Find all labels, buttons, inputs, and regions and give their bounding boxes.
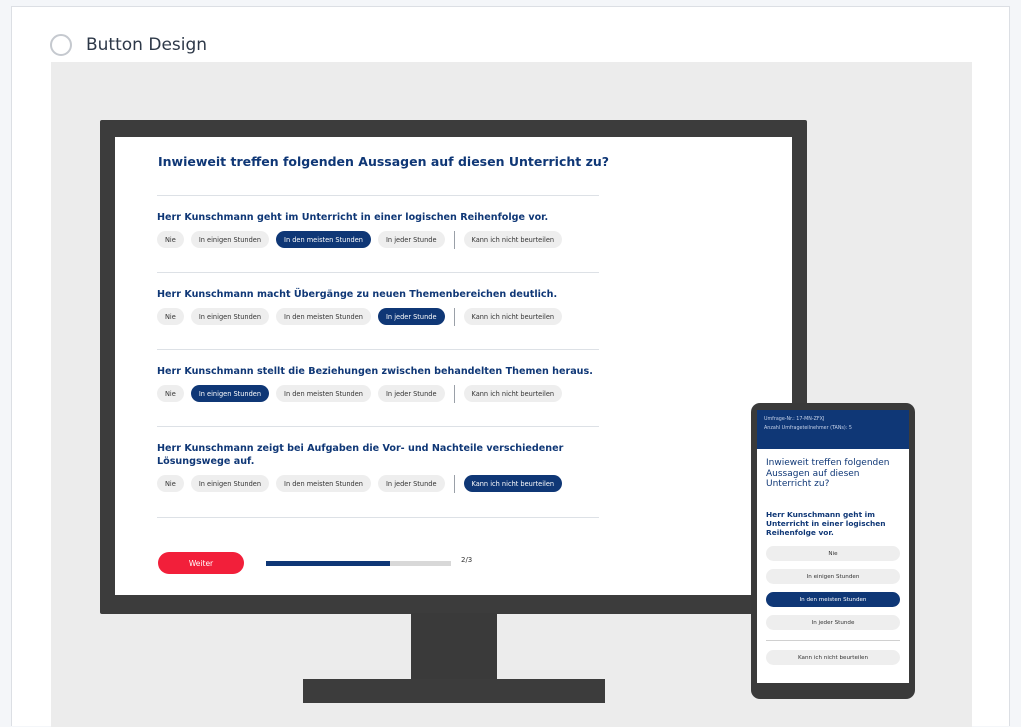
answer-options: Nie In einigen Stunden In den meisten Stun… [157,474,602,493]
answer-option-button[interactable]: Nie [157,308,184,325]
answer-option-button[interactable]: In den meisten Stunden [276,475,371,492]
answer-option-button[interactable]: Nie [157,231,184,248]
answer-option-button[interactable]: In jeder Stunde [377,308,445,325]
answer-option-button[interactable]: Kann ich nicht beurteilen [463,385,563,402]
question-divider [157,426,599,427]
answer-options: Nie In einigen Stunden In den meisten Stun… [157,384,602,403]
phone-answer-option[interactable]: In jeder Stunde [766,615,900,630]
question-text: Herr Kunschmann zeigt bei Aufgaben die V… [157,443,564,467]
answer-option-button[interactable]: In einigen Stunden [190,308,270,325]
progress-bar [266,561,451,566]
answer-option-button[interactable]: In den meisten Stunden [276,308,371,325]
answer-option-button[interactable]: Kann ich nicht beurteilen [463,475,563,492]
monitor-stand-base [303,679,605,703]
option-card: Button Design Inwieweit treffen folgende… [11,6,1010,727]
phone-header-survey-number: Umfrage-Nr.: 17-MN-ZFXJ [764,417,825,422]
phone-answer-option[interactable]: Kann ich nicht beurteilen [766,650,900,665]
phone-title: Inwieweit treffen folgenden Aussagen auf… [766,458,890,489]
question-item: Herr Kunschmann macht Übergänge zu neuen… [157,288,602,326]
phone-answer-option[interactable]: In einigen Stunden [766,569,900,584]
button-design-option[interactable]: Button Design [50,31,207,59]
question-text: Herr Kunschmann stellt die Beziehungen z… [157,366,593,377]
phone-header-participants: Anzahl Umfrageteilnehmer (TANs): 5 [764,426,852,431]
survey-title: Inwieweit treffen folgenden Aussagen auf… [158,154,610,169]
weiter-button[interactable]: Weiter [158,552,244,574]
question-item: Herr Kunschmann stellt die Beziehungen z… [157,365,602,403]
option-label: Button Design [86,35,208,55]
design-preview: Inwieweit treffen folgenden Aussagen auf… [51,62,972,727]
phone-header: Umfrage-Nr.: 17-MN-ZFXJ Anzahl Umfragete… [757,410,909,449]
option-separator [453,384,455,403]
option-separator [453,230,455,249]
phone-answer-option[interactable]: In den meisten Stunden [766,592,900,607]
question-divider [157,517,599,518]
answer-option-button[interactable]: Nie [157,475,184,492]
progress-fill [266,561,390,566]
answer-option-button[interactable]: In jeder Stunde [377,231,445,248]
monitor-stand-neck [411,613,497,681]
answer-option-button[interactable]: In einigen Stunden [190,231,270,248]
answer-options: Nie In einigen Stunden In den meisten Stun… [157,307,602,326]
answer-option-button[interactable]: Kann ich nicht beurteilen [463,308,563,325]
question-text: Herr Kunschmann geht im Unterricht in ei… [157,212,549,223]
question-divider [157,195,599,196]
option-separator [453,307,455,326]
answer-option-button[interactable]: Kann ich nicht beurteilen [463,231,563,248]
progress-text: 2/3 [461,556,473,564]
monitor-screen: Inwieweit treffen folgenden Aussagen auf… [115,137,792,595]
question-item: Herr Kunschmann geht im Unterricht in ei… [157,211,602,249]
answer-option-button[interactable]: Nie [157,385,184,402]
phone-screen: Umfrage-Nr.: 17-MN-ZFXJ Anzahl Umfragete… [757,410,909,683]
question-item: Herr Kunschmann zeigt bei Aufgaben die V… [157,442,602,493]
answer-options: Nie In einigen Stunden In den meisten Stun… [157,230,602,249]
answer-option-button[interactable]: In jeder Stunde [377,475,445,492]
answer-option-button[interactable]: In den meisten Stunden [276,385,371,402]
answer-option-button[interactable]: In den meisten Stunden [276,231,371,248]
phone-question: Herr Kunschmann geht im Unterricht in ei… [766,510,886,537]
phone-illustration: Umfrage-Nr.: 17-MN-ZFXJ Anzahl Umfragete… [751,403,915,699]
answer-option-button[interactable]: In jeder Stunde [377,385,445,402]
radio-button[interactable] [50,34,72,56]
answer-option-button[interactable]: In einigen Stunden [190,475,270,492]
monitor-illustration: Inwieweit treffen folgenden Aussagen auf… [100,120,807,614]
phone-answer-option[interactable]: Nie [766,546,900,561]
question-divider [157,272,599,273]
question-divider [157,349,599,350]
question-text: Herr Kunschmann macht Übergänge zu neuen… [157,289,558,300]
answer-option-button[interactable]: In einigen Stunden [190,385,270,402]
phone-divider [766,640,900,641]
option-separator [453,474,455,493]
